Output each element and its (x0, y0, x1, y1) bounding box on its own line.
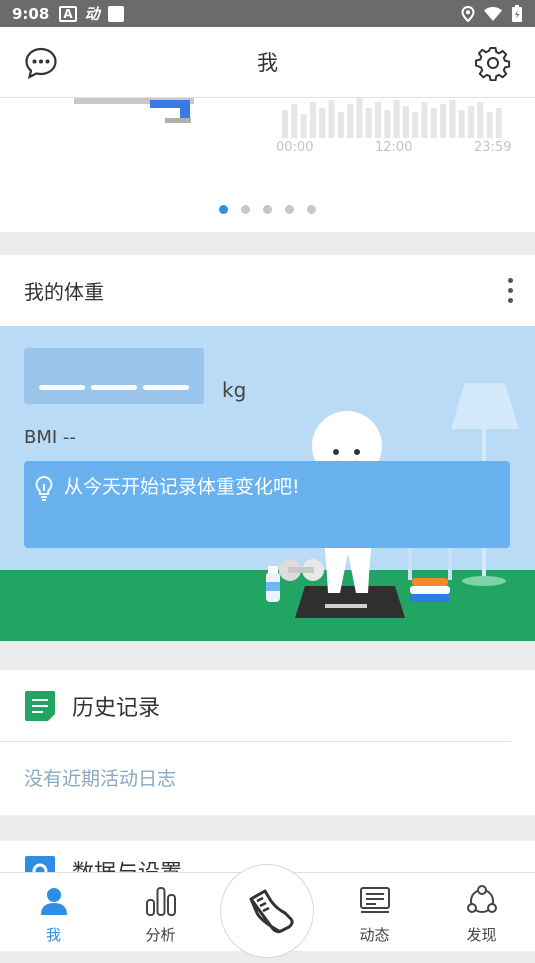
nav-item-discover[interactable]: 发现 (428, 873, 535, 952)
history-header[interactable]: 历史记录 (0, 670, 511, 742)
activity-carousel[interactable]: 00:00 12:00 23:59 (0, 98, 535, 232)
notification-square-icon (107, 5, 124, 22)
histogram-bar (412, 112, 419, 138)
history-card[interactable]: 历史记录 没有近期活动日志 (0, 670, 535, 815)
app-header: 我 (0, 27, 535, 98)
histogram-bar (421, 102, 428, 138)
nav-label-me: 我 (45, 926, 61, 944)
weight-value-placeholder[interactable] (24, 348, 204, 404)
histogram-bar (347, 104, 354, 138)
notification-a-icon: A (59, 5, 77, 22)
battery-icon (512, 4, 522, 22)
more-options-icon[interactable] (508, 278, 513, 303)
notification-app-icon: 动 (84, 5, 100, 23)
histogram-bar (402, 106, 409, 138)
location-icon (461, 5, 475, 22)
nav-label-analysis: 分析 (145, 926, 176, 944)
histogram-bar (356, 98, 363, 138)
weight-card-title: 我的体重 (24, 280, 104, 304)
weight-card[interactable]: 我的体重 kg BMI -- 从今天开始记录体重变化吧! (0, 255, 535, 641)
history-title: 历史记录 (72, 695, 161, 721)
start-run-button[interactable] (220, 864, 314, 958)
histogram-bar (449, 100, 456, 138)
axis-label-start: 00:00 (276, 140, 314, 155)
histogram-bar (328, 100, 335, 138)
histogram-bar (375, 102, 381, 138)
sneaker-icon (249, 889, 294, 934)
histogram-bar (282, 110, 288, 138)
axis-label-mid: 12:00 (375, 140, 413, 155)
nav-item-feed[interactable]: 动态 (321, 873, 428, 952)
carousel-dot[interactable] (241, 205, 250, 214)
histogram-bar (384, 110, 391, 138)
histogram-bar (365, 108, 372, 138)
scroll-content[interactable]: 00:00 12:00 23:59 我的体重 kg BMI -- 从今天开始记录… (0, 98, 535, 872)
page-title: 我 (257, 51, 278, 75)
settings-icon (25, 856, 55, 872)
weight-unit: kg (222, 378, 247, 402)
histogram-bar (458, 110, 465, 138)
carousel-dot[interactable] (285, 205, 294, 214)
histogram-bar (430, 108, 437, 138)
discover-icon (466, 885, 497, 913)
histogram-bar (468, 106, 474, 138)
status-time: 9:08 (12, 4, 50, 23)
weight-illustration[interactable]: kg BMI -- 从今天开始记录体重变化吧! (0, 326, 535, 641)
histogram-bar (495, 108, 502, 138)
carousel-dot[interactable] (219, 205, 228, 214)
histogram-bar (477, 102, 484, 138)
nav-label-feed: 动态 (359, 926, 390, 944)
wifi-icon (484, 6, 502, 21)
history-list-icon (25, 690, 55, 721)
weight-tip-text: 从今天开始记录体重变化吧! (64, 476, 300, 498)
histogram-bar (337, 112, 344, 138)
histogram-bar (309, 102, 316, 138)
histogram-bar (319, 108, 326, 138)
histogram-bar (486, 112, 493, 138)
nav-item-me[interactable]: 我 (0, 873, 107, 952)
bottom-navigation: 我 分析 动态 发现 (0, 864, 535, 958)
status-notification-icons: A 动 (59, 3, 124, 24)
nav-item-analysis[interactable]: 分析 (107, 873, 214, 952)
bar-chart-icon (145, 887, 176, 916)
gear-icon[interactable] (475, 45, 511, 81)
carousel-dot[interactable] (263, 205, 272, 214)
histogram-bar (393, 100, 400, 138)
weight-card-header: 我的体重 (0, 255, 535, 326)
bmi-value: BMI -- (24, 427, 76, 448)
histogram-bar (291, 104, 298, 138)
carousel-dot[interactable] (307, 205, 316, 214)
weight-tip-banner[interactable]: 从今天开始记录体重变化吧! (24, 461, 510, 548)
lightbulb-icon (35, 476, 53, 501)
axis-label-end: 23:59 (474, 140, 512, 155)
history-empty-text: 没有近期活动日志 (24, 768, 177, 790)
carousel-illustration (74, 98, 502, 138)
status-system-icons (461, 4, 523, 23)
histogram-bar (300, 114, 307, 138)
status-bar: 9:08 A 动 (0, 0, 535, 27)
settings-title: 数据与设置 (72, 855, 182, 872)
nav-label-discover: 发现 (466, 926, 497, 944)
carousel-pagination[interactable] (0, 205, 535, 214)
histogram-bar (440, 104, 447, 138)
person-icon (40, 888, 67, 915)
feed-icon (359, 887, 390, 913)
chat-bubble-icon[interactable] (23, 45, 59, 81)
